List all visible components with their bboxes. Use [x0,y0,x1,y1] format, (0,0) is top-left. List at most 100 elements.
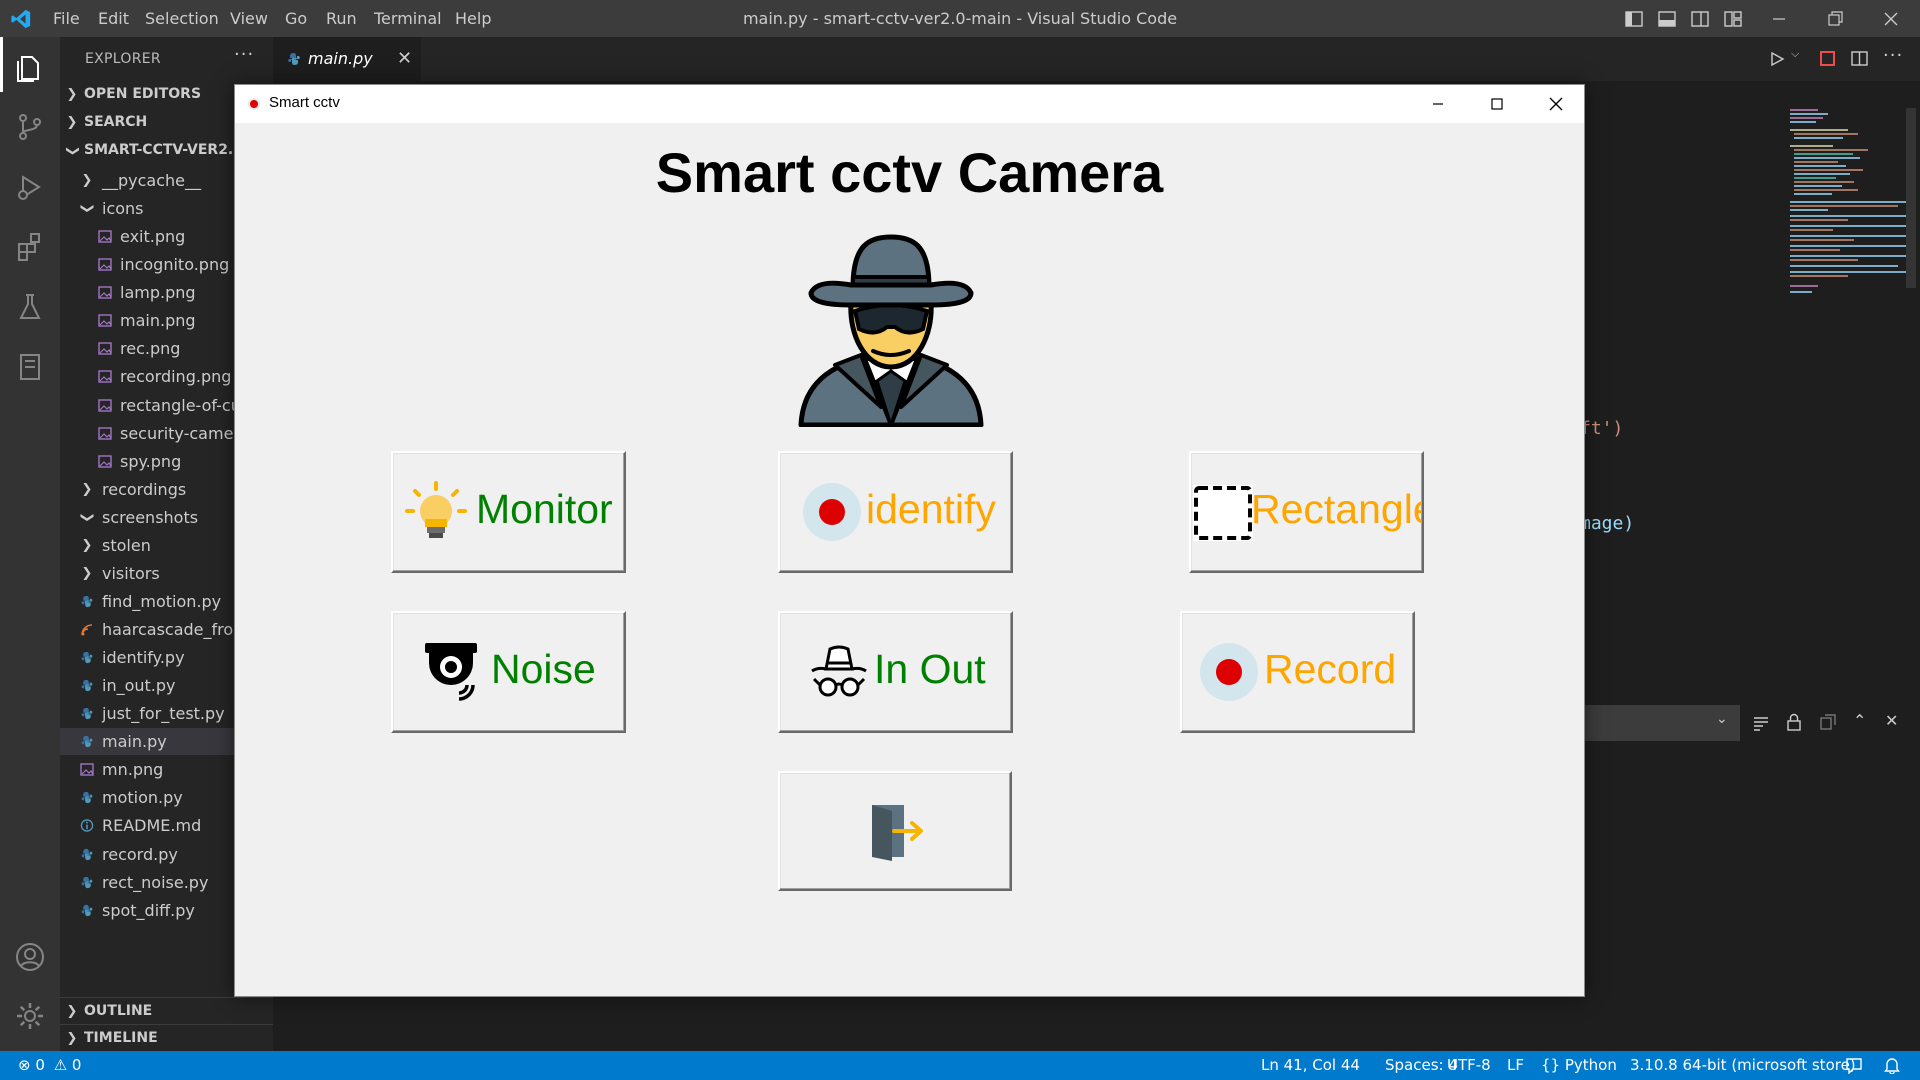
open-editors-label: OPEN EDITORS [84,86,202,102]
editor-scrollbar[interactable] [1906,108,1916,288]
monitor-button[interactable]: Monitor [391,451,626,573]
identify-button[interactable]: identify [778,451,1013,573]
tab-label: main.py [308,49,373,68]
menu-help[interactable]: Help [455,0,491,37]
tree-item-label: __pycache__ [102,171,202,190]
panel-header: ⌄ ⌃ ✕ [1580,705,1920,741]
tree-item-label: record.py [102,844,178,864]
tree-item-label: recordings [102,479,187,499]
image-file-icon [80,763,94,777]
in-out-label: In Out [874,646,986,692]
restore-icon[interactable] [1826,10,1844,28]
app-minimize-icon[interactable] [1428,94,1448,114]
python-interpreter[interactable]: 3.10.8 64-bit (microsoft store) [1630,1051,1856,1080]
problems-indicator[interactable]: ⊗ 0 ⚠ 0 [18,1051,81,1080]
toggle-primary-sidebar-icon[interactable] [1625,10,1643,28]
run-and-debug-icon[interactable] [14,171,46,203]
vscode-logo-icon [11,9,31,29]
rss-file-icon [81,624,93,636]
extensions-icon[interactable] [14,231,46,263]
tree-item-label: icons [102,199,144,219]
record-button[interactable]: Record [1180,611,1415,733]
tree-item-label: mn.png [102,760,164,780]
run-dropdown-chevron-icon[interactable]: ⌵ [1791,47,1799,61]
chevron-right-icon: ❯ [66,115,78,130]
minimize-icon[interactable] [1770,10,1788,28]
menu-file[interactable]: File [53,0,80,37]
menu-go[interactable]: Go [285,0,307,37]
timeline-label: TIMELINE [84,1030,158,1046]
app-title-bar: Smart cctv [235,85,1584,123]
testing-icon[interactable] [14,291,46,323]
remote-explorer-icon[interactable] [14,351,46,383]
menu-edit[interactable]: Edit [98,0,129,37]
menu-run[interactable]: Run [326,0,357,37]
app-maximize-icon[interactable] [1487,94,1507,114]
exit-door-icon [872,805,923,861]
python-file-icon [288,53,300,65]
editor-more-actions-icon[interactable]: ··· [1883,45,1903,66]
tree-item-label: incognito.png [120,255,230,275]
rectangle-button[interactable]: Rectangle [1189,451,1424,573]
tree-item-label: in_out.py [102,676,176,696]
end-of-line[interactable]: LF [1507,1051,1524,1080]
tree-item-label: just_for_test.py [102,704,225,724]
toggle-secondary-sidebar-icon[interactable] [1691,10,1709,28]
image-file-icon [98,370,112,384]
source-control-icon[interactable] [14,111,46,143]
feedback-icon[interactable] [1845,1057,1863,1074]
tab-main-py[interactable]: main.py ✕ [273,37,421,81]
more-actions-icon[interactable]: ··· [234,44,254,65]
notifications-bell-icon[interactable] [1884,1057,1900,1074]
identify-label: identify [866,486,996,532]
tree-item-label: find_motion.py [102,591,222,611]
timeline-section[interactable]: ❯ TIMELINE [60,1024,273,1050]
explorer-icon[interactable] [14,51,46,83]
image-file-icon [98,342,112,356]
record-label: Record [1264,646,1397,692]
rectangle-label: Rectangle [1251,486,1424,532]
split-editor-icon[interactable] [1851,50,1868,67]
close-panel-icon[interactable]: ✕ [1885,711,1898,730]
lock-scroll-icon[interactable] [1786,713,1802,731]
exit-button[interactable] [778,771,1012,891]
clear-output-icon[interactable] [1752,715,1770,731]
menu-selection[interactable]: Selection [145,0,219,37]
panel-select-dropdown[interactable]: ⌄ [1580,705,1740,741]
noise-button[interactable]: Noise [391,611,626,733]
stop-icon[interactable] [1819,50,1836,67]
explorer-title: EXPLORER [85,51,161,67]
code-fragment: ft') [1580,418,1624,439]
in-out-button[interactable]: In Out [778,611,1013,733]
maximize-panel-icon[interactable]: ⌃ [1853,711,1866,730]
toggle-panel-icon[interactable] [1658,10,1676,28]
outline-section[interactable]: ❯ OUTLINE [60,997,273,1023]
close-window-icon[interactable] [1882,10,1900,28]
menu-view[interactable]: View [230,0,268,37]
minimap[interactable] [1788,106,1908,301]
language-mode[interactable]: {} Python [1541,1051,1617,1080]
manage-gear-icon[interactable] [14,1000,46,1032]
app-close-icon[interactable] [1546,94,1566,114]
menu-terminal[interactable]: Terminal [374,0,442,37]
close-tab-icon[interactable]: ✕ [397,48,412,69]
image-file-icon [98,398,112,412]
python-file-icon [81,792,93,804]
run-python-file-icon[interactable] [1769,51,1785,67]
chevron-right-icon: ❯ [81,537,93,553]
smart-cctv-window: Smart cctv Smart cctv Camera Monitor ide… [234,84,1585,997]
customize-layout-icon[interactable] [1724,10,1742,28]
chevron-right-icon: ❯ [66,1031,78,1046]
error-icon: ⊗ [18,1056,31,1074]
accounts-icon[interactable] [14,941,46,973]
open-in-editor-icon[interactable] [1820,714,1836,730]
search-label: SEARCH [84,114,148,130]
chevron-right-icon: ❯ [66,1004,78,1019]
monitor-label: Monitor [476,486,613,532]
error-count: 0 [35,1056,45,1074]
encoding[interactable]: UTF-8 [1447,1051,1491,1080]
tree-item-label: identify.py [102,648,185,668]
image-file-icon [98,230,112,243]
app-heading: Smart cctv Camera [655,141,1164,204]
cursor-position[interactable]: Ln 41, Col 44 [1261,1051,1360,1080]
